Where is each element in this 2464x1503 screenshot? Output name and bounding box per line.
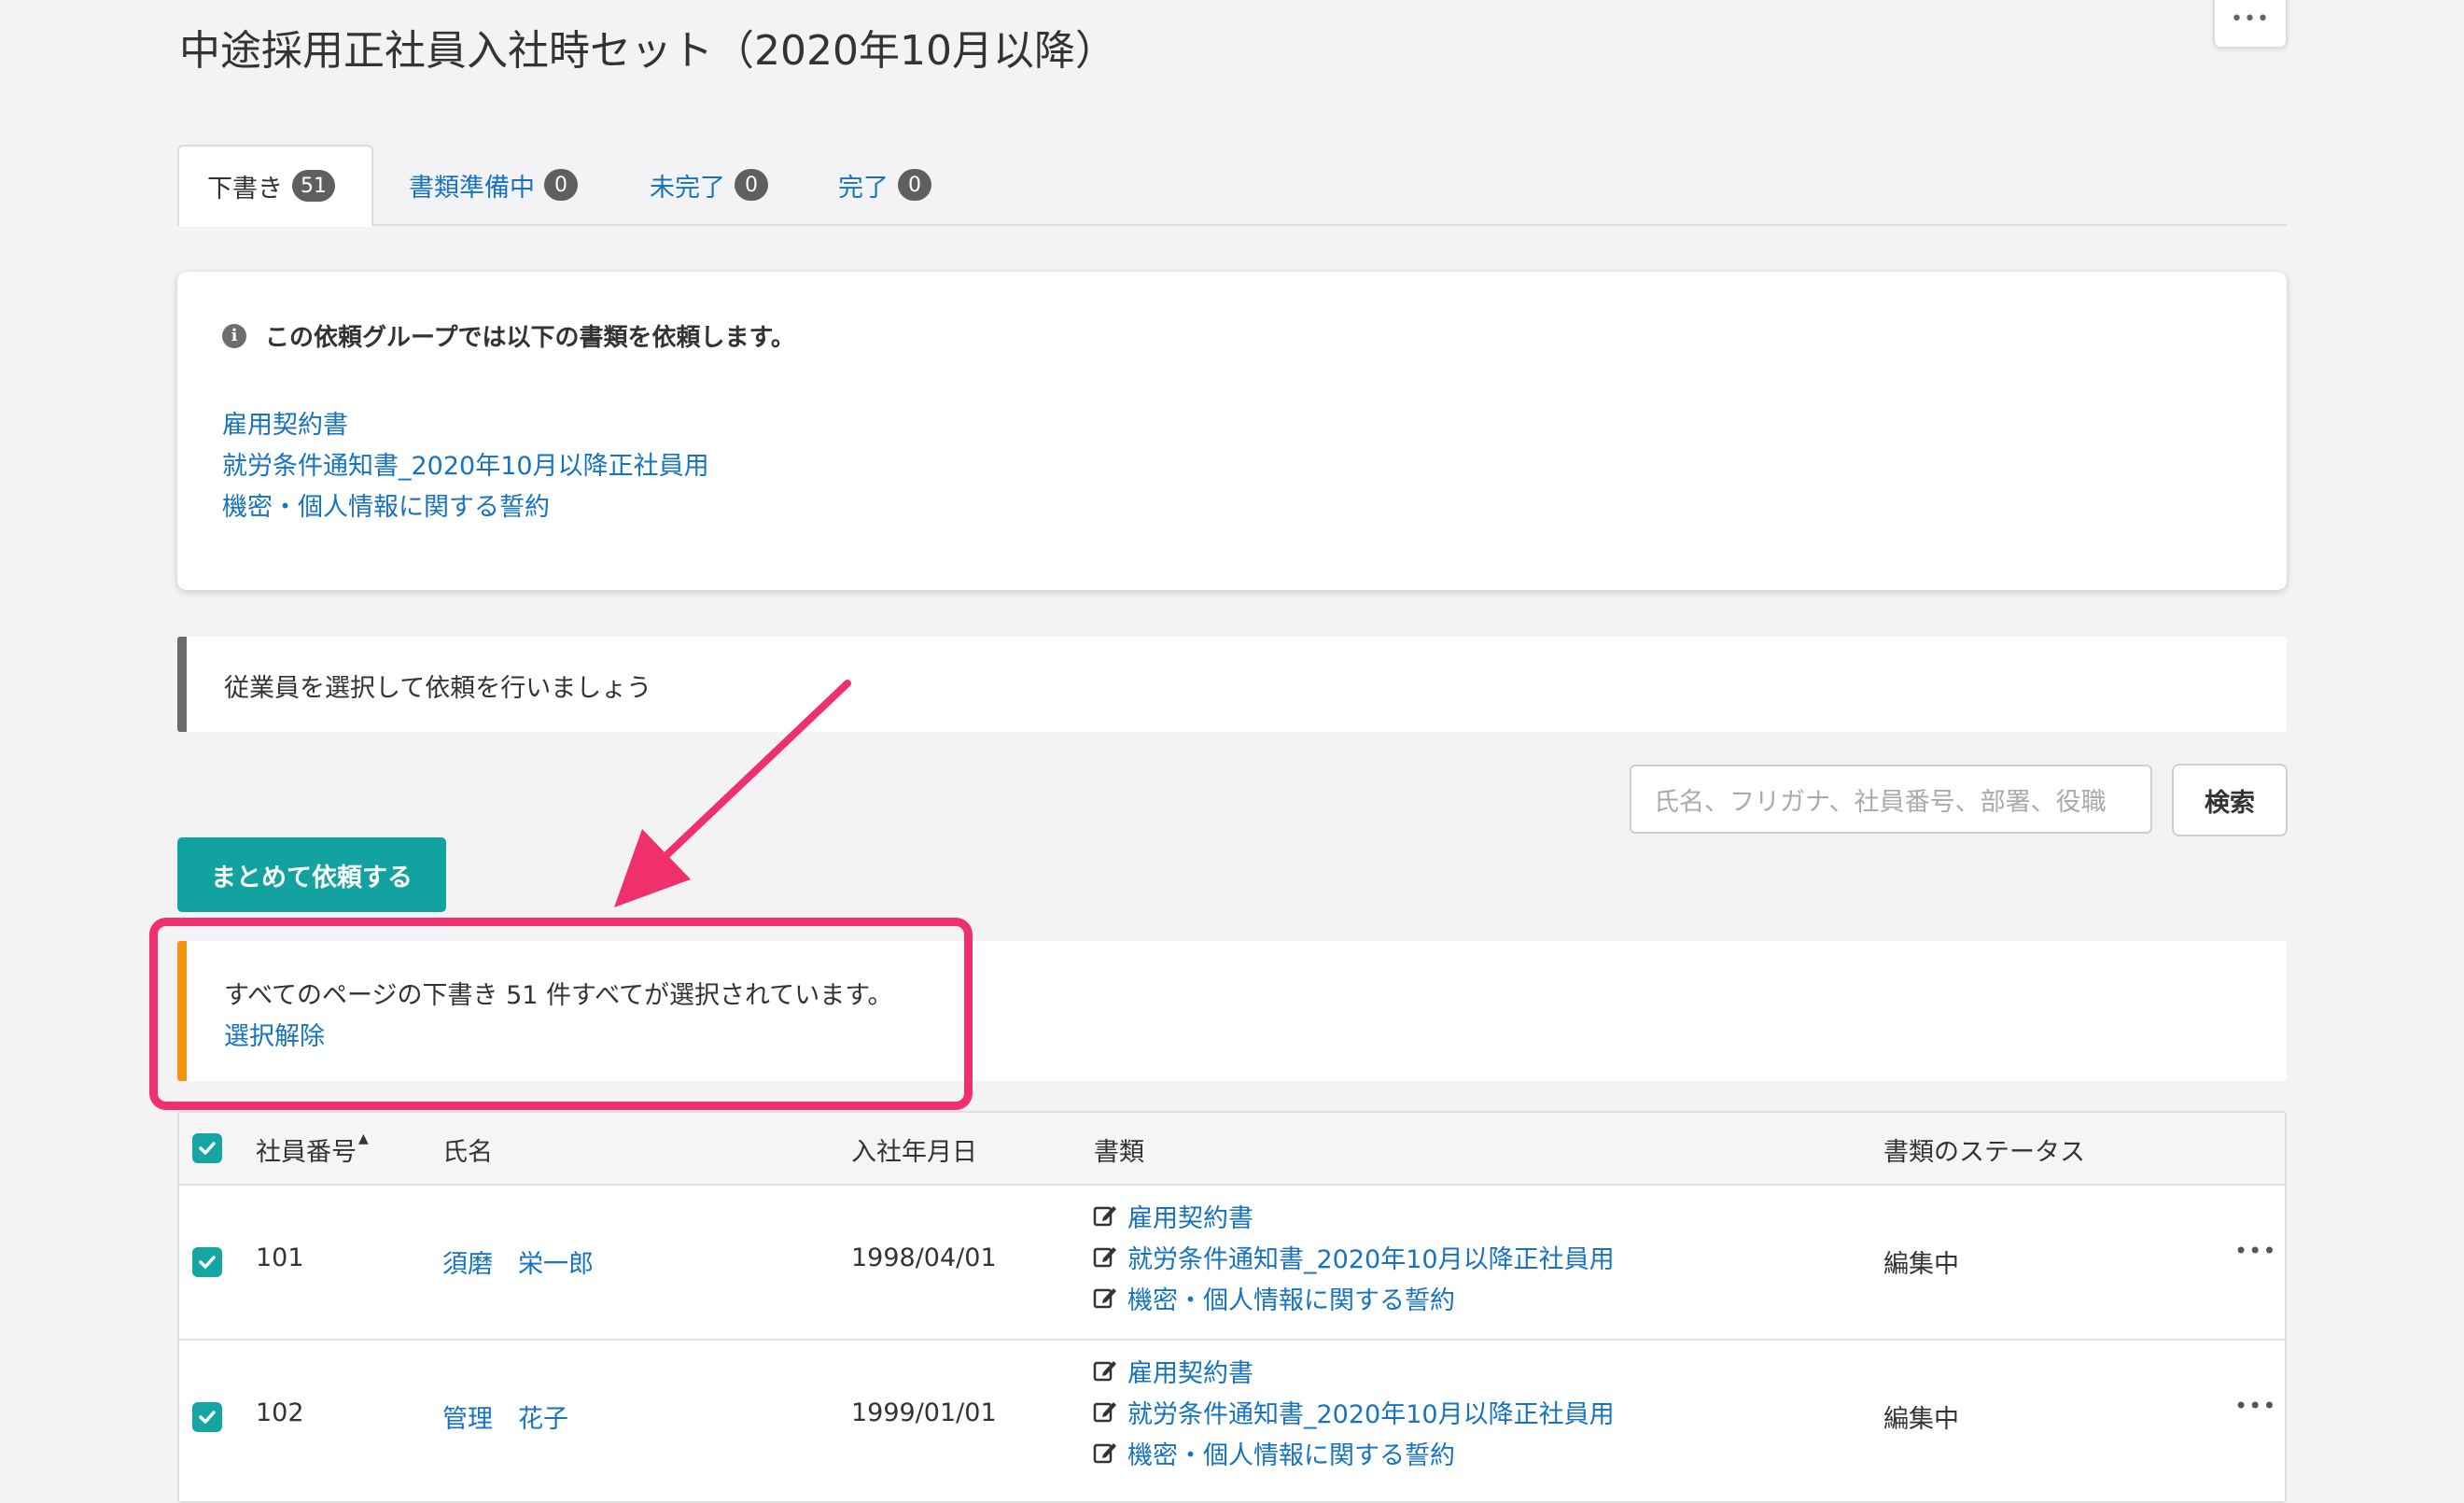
row-checkbox[interactable]	[192, 1402, 222, 1432]
document-list: 雇用契約書 就労条件通知書_2020年10月以降正社員用 機密・個人情報に関する…	[1092, 1350, 1615, 1473]
column-header-status: 書類のステータス	[1883, 1138, 2085, 1167]
column-header-name: 氏名	[442, 1138, 493, 1167]
tab-count-badge: 51	[292, 170, 335, 202]
select-all-checkbox[interactable]	[192, 1133, 222, 1163]
table-row: 102 管理 花子 1999/01/01 雇用契約書 就労条件通知書_2020年…	[179, 1341, 2285, 1499]
check-icon	[199, 1411, 216, 1424]
info-icon: i	[222, 323, 246, 348]
tab-count-badge: 0	[898, 169, 931, 201]
document-label: 就労条件通知書_2020年10月以降正社員用	[1127, 1244, 1615, 1274]
page-title: 中途採用正社員入社時セット（2020年10月以降）	[179, 27, 1116, 75]
edit-icon	[1093, 1443, 1116, 1464]
annotation-arrow-icon	[614, 680, 851, 907]
row-checkbox[interactable]	[192, 1247, 222, 1277]
sort-asc-icon: ▲	[358, 1131, 369, 1146]
document-link[interactable]: 機密・個人情報に関する誓約	[1092, 1277, 1615, 1318]
select-employees-notice: 従業員を選択して依頼を行いましょう	[177, 637, 2287, 732]
search-button[interactable]: 検索	[2172, 764, 2288, 836]
document-label: 機密・個人情報に関する誓約	[1127, 1285, 1455, 1315]
document-label: 雇用契約書	[1127, 1203, 1253, 1233]
info-title-text: この依頼グループでは以下の書類を依頼します。	[265, 324, 795, 352]
edit-icon	[1093, 1288, 1116, 1309]
edit-icon	[1093, 1247, 1116, 1268]
document-link-employment-contract[interactable]: 雇用契約書	[222, 404, 348, 441]
employee-no: 101	[256, 1243, 304, 1272]
info-heading: i この依頼グループでは以下の書類を依頼します。	[222, 318, 795, 353]
hire-date: 1998/04/01	[851, 1243, 997, 1272]
edit-icon	[1093, 1206, 1116, 1227]
tab-incomplete[interactable]: 未完了 0	[650, 145, 768, 225]
tab-count-badge: 0	[735, 169, 768, 201]
edit-icon	[1093, 1361, 1116, 1382]
tab-preparing[interactable]: 書類準備中 0	[409, 145, 578, 225]
document-link[interactable]: 就労条件通知書_2020年10月以降正社員用	[1092, 1391, 1615, 1432]
table-row: 101 須磨 栄一郎 1998/04/01 雇用契約書 就労条件通知書_2020…	[179, 1186, 2285, 1339]
document-link-confidentiality-pledge[interactable]: 機密・個人情報に関する誓約	[222, 486, 550, 523]
check-icon	[199, 1142, 216, 1155]
header-label: 社員番号	[256, 1138, 357, 1167]
request-documents-card: i この依頼グループでは以下の書類を依頼します。 雇用契約書 就労条件通知書_2…	[177, 272, 2287, 590]
column-header-employee-no[interactable]: 社員番号 ▲	[256, 1131, 369, 1168]
status-text: 編集中	[1883, 1250, 1959, 1279]
more-options-button[interactable]: •••	[2213, 0, 2288, 49]
document-link-work-conditions[interactable]: 就労条件通知書_2020年10月以降正社員用	[222, 445, 709, 482]
tab-draft[interactable]: 下書き 51	[177, 145, 373, 227]
document-label: 就労条件通知書_2020年10月以降正社員用	[1127, 1399, 1615, 1429]
document-link[interactable]: 雇用契約書	[1092, 1350, 1615, 1391]
notice-text: 従業員を選択して依頼を行いましょう	[224, 674, 652, 703]
more-icon: •••	[2231, 7, 2270, 31]
check-icon	[199, 1256, 216, 1269]
hire-date: 1999/01/01	[851, 1398, 997, 1427]
document-link[interactable]: 就労条件通知書_2020年10月以降正社員用	[1092, 1236, 1615, 1277]
employee-name-link[interactable]: 須磨 栄一郎	[442, 1243, 594, 1280]
tab-label: 下書き	[207, 174, 283, 204]
annotation-highlight-box	[149, 918, 973, 1110]
table-header: 社員番号 ▲ 氏名 入社年月日 書類 書類のステータス	[179, 1113, 2285, 1186]
employee-table: 社員番号 ▲ 氏名 入社年月日 書類 書類のステータス 101 須磨 栄一郎 19…	[177, 1111, 2287, 1503]
document-label: 機密・個人情報に関する誓約	[1127, 1440, 1455, 1470]
tab-label: 書類準備中	[409, 173, 535, 203]
bulk-request-button[interactable]: まとめて依頼する	[177, 837, 446, 912]
column-header-hire-date: 入社年月日	[851, 1138, 977, 1167]
document-list: 雇用契約書 就労条件通知書_2020年10月以降正社員用 機密・個人情報に関する…	[1092, 1195, 1615, 1318]
row-more-icon[interactable]: •••	[2234, 1238, 2276, 1264]
column-header-documents: 書類	[1094, 1138, 1144, 1167]
edit-icon	[1093, 1402, 1116, 1423]
row-more-icon[interactable]: •••	[2234, 1393, 2276, 1419]
tab-count-badge: 0	[544, 169, 578, 201]
search-input[interactable]: 氏名、フリガナ、社員番号、部署、役職	[1630, 765, 2152, 834]
tab-label: 完了	[838, 173, 889, 203]
employee-no: 102	[256, 1398, 304, 1427]
tab-complete[interactable]: 完了 0	[838, 145, 931, 225]
status-text: 編集中	[1883, 1405, 1959, 1434]
tab-label: 未完了	[650, 173, 725, 203]
document-label: 雇用契約書	[1127, 1358, 1253, 1388]
document-link[interactable]: 雇用契約書	[1092, 1195, 1615, 1236]
employee-name-link[interactable]: 管理 花子	[442, 1398, 568, 1435]
document-link[interactable]: 機密・個人情報に関する誓約	[1092, 1432, 1615, 1473]
